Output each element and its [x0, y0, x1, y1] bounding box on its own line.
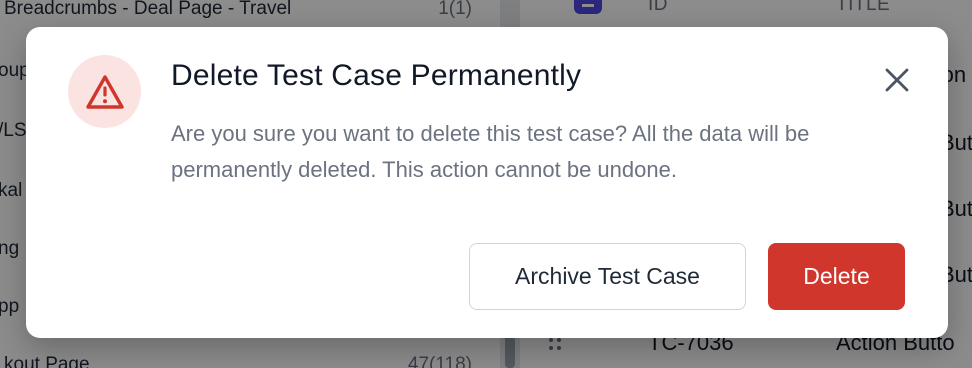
delete-test-case-dialog: Delete Test Case Permanently Are you sur…	[26, 27, 948, 338]
warning-icon-badge	[68, 55, 141, 128]
close-icon	[885, 68, 909, 92]
warning-triangle-icon	[85, 74, 124, 109]
archive-test-case-button[interactable]: Archive Test Case	[469, 243, 746, 310]
close-button[interactable]	[882, 65, 912, 95]
delete-button[interactable]: Delete	[768, 243, 905, 310]
dialog-message: Are you sure you want to delete this tes…	[171, 121, 810, 182]
dialog-title: Delete Test Case Permanently	[171, 59, 582, 92]
